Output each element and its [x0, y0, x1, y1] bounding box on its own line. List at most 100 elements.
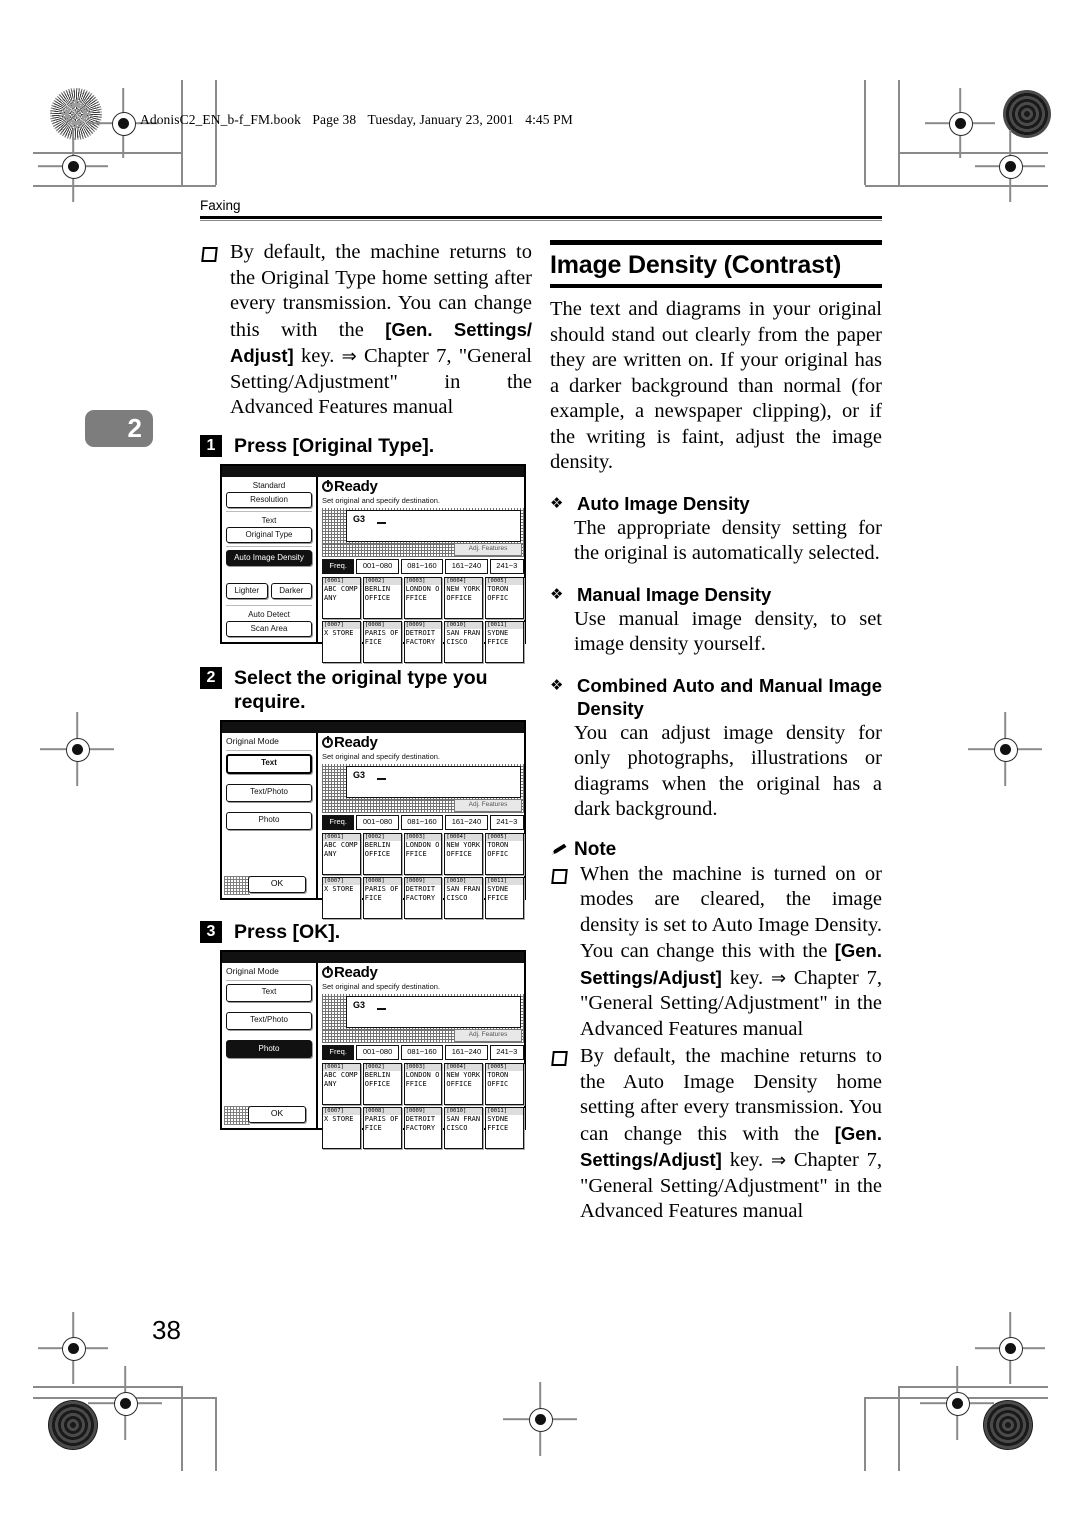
- destination-cell[interactable]: [0010] SAN FRAN CISCO: [444, 1106, 484, 1149]
- destination-cell[interactable]: [0008] PARIS OF FICE: [362, 1106, 402, 1149]
- lcd-destination-grid: [0001] ABC COMP ANY [0002] BERLIN OFFICE […: [322, 832, 524, 919]
- lcd-tab-001-080[interactable]: 001~080: [356, 558, 399, 574]
- destination-cell[interactable]: [0002] BERLIN OFFICE: [362, 1062, 402, 1105]
- table-row: [0007] X STORE [0008] PARIS OF FICE [0009]…: [322, 620, 524, 663]
- lcd-tab-081-160[interactable]: 081~160: [400, 1044, 444, 1060]
- destination-cell[interactable]: [0008] PARIS OF FICE: [362, 620, 402, 663]
- lcd-destination-tabs: Freq. 001~080 081~160 161~240 241~3: [322, 1044, 524, 1060]
- subsection-body: Use manual image density, to set image d…: [574, 607, 882, 656]
- crosshair-mark: [40, 712, 114, 786]
- file-header-date: Tuesday, January 23, 2001: [367, 112, 514, 127]
- lcd2-option-text-photo[interactable]: Text/Photo: [226, 783, 312, 802]
- lcd3-option-text[interactable]: Text: [226, 983, 312, 1002]
- destination-cell[interactable]: [0004] NEW YORK OFFICE: [444, 832, 484, 875]
- lcd1-original-type-button[interactable]: Original Type: [226, 526, 312, 543]
- destination-cell[interactable]: [0011] SYDNE FFICE: [485, 1106, 524, 1149]
- lcd-tab-freq[interactable]: Freq.: [322, 814, 355, 830]
- destination-cell[interactable]: [0010] SAN FRAN CISCO: [444, 876, 484, 919]
- lcd1-auto-image-density-button[interactable]: Auto Image Density: [226, 549, 312, 566]
- destination-cell[interactable]: [0001] ABC COMP ANY: [322, 1062, 361, 1105]
- diamond-bullet-icon: ❖: [550, 675, 564, 694]
- lcd-tab-081-160[interactable]: 081~160: [400, 558, 444, 574]
- lcd-tab-freq[interactable]: Freq.: [322, 1044, 355, 1060]
- lcd1-scan-area-button[interactable]: Scan Area: [226, 620, 312, 637]
- lcd-tab-001-080[interactable]: 001~080: [356, 814, 399, 830]
- lcd-destination-entry-field[interactable]: G3: [346, 765, 521, 798]
- destination-cell[interactable]: [0009] DETROIT FACTORY: [403, 876, 443, 919]
- lcd-title-bar: [222, 465, 524, 477]
- lcd-destination-grid: [0001] ABC COMP ANY [0002] BERLIN OFFICE […: [322, 1062, 524, 1149]
- lcd3-option-photo[interactable]: Photo: [226, 1039, 312, 1058]
- step-1: 1 Press [Original Type].: [200, 434, 532, 458]
- lcd-screenshot-2: Original Mode Text Text/Photo Photo OK R…: [220, 719, 526, 919]
- list-item: When the machine is turned on or modes a…: [550, 862, 882, 1043]
- crosshair-mark: [968, 712, 1042, 786]
- destination-cell[interactable]: [0010] SAN FRAN CISCO: [444, 620, 484, 663]
- divider: [226, 510, 312, 512]
- destination-cell[interactable]: [0007] X STORE: [322, 876, 361, 919]
- lcd1-resolution-value: Standard: [252, 480, 286, 490]
- step-3: 3 Press [OK].: [200, 920, 532, 944]
- crosshair-mark: [88, 1366, 162, 1440]
- lcd1-left-panel: Standard Resolution Text Original Type A…: [222, 476, 318, 642]
- lcd-tab-161-240[interactable]: 161~240: [445, 558, 488, 574]
- lcd3-option-text-photo[interactable]: Text/Photo: [226, 1011, 312, 1030]
- lcd-adj-features-button[interactable]: Adj. Features: [454, 798, 522, 812]
- lcd-line-label: G3: [353, 513, 366, 524]
- destination-cell[interactable]: [0007] X STORE: [322, 620, 361, 663]
- destination-cell[interactable]: [0008] PARIS OF FICE: [362, 876, 402, 919]
- destination-cell[interactable]: [0003] LONDON O FFICE: [403, 1062, 443, 1105]
- diamond-bullet-icon: ❖: [550, 584, 564, 603]
- lcd-tab-241-320[interactable]: 241~3: [489, 558, 524, 574]
- destination-cell[interactable]: [0005] TORON OFFIC: [485, 1062, 524, 1105]
- arrow-icon: ⇒: [770, 1150, 787, 1171]
- subsection-title: Auto Image Density: [577, 492, 750, 514]
- lcd-tab-081-160[interactable]: 081~160: [400, 814, 444, 830]
- page-title: Image Density (Contrast): [550, 250, 842, 279]
- lcd-adj-features-button[interactable]: Adj. Features: [454, 542, 522, 556]
- subsection-auto-image-density: ❖ Auto Image Density: [550, 492, 882, 515]
- crop-line: [181, 80, 183, 185]
- lcd2-option-photo[interactable]: Photo: [226, 811, 312, 830]
- destination-cell[interactable]: [0011] SYDNE FFICE: [485, 876, 524, 919]
- lcd1-darker-button[interactable]: Darker: [270, 582, 312, 599]
- lcd1-lighter-button[interactable]: Lighter: [226, 582, 268, 599]
- lcd3-left-panel: Original Mode Text Text/Photo Photo OK: [222, 962, 318, 1128]
- destination-cell[interactable]: [0009] DETROIT FACTORY: [403, 1106, 443, 1149]
- lcd-adj-features-button[interactable]: Adj. Features: [454, 1028, 522, 1042]
- square-bullet-icon: [551, 1051, 568, 1066]
- destination-cell[interactable]: [0004] NEW YORK OFFICE: [444, 576, 484, 619]
- lcd-tab-001-080[interactable]: 001~080: [356, 1044, 399, 1060]
- destination-cell[interactable]: [0004] NEW YORK OFFICE: [444, 1062, 484, 1105]
- destination-cell[interactable]: [0002] BERLIN OFFICE: [362, 832, 402, 875]
- file-header-page: Page 38: [312, 112, 357, 127]
- lcd-destination-entry-field[interactable]: G3: [346, 509, 521, 542]
- lcd-tab-161-240[interactable]: 161~240: [445, 1044, 488, 1060]
- lcd-tab-161-240[interactable]: 161~240: [445, 814, 488, 830]
- destination-cell[interactable]: [0001] ABC COMP ANY: [322, 832, 361, 875]
- crosshair-mark: [38, 130, 108, 202]
- destination-cell[interactable]: [0005] TORON OFFIC: [485, 576, 524, 619]
- lcd2-option-text[interactable]: Text: [226, 753, 312, 774]
- lcd3-right-panel: Ready Set original and specify destinati…: [318, 963, 524, 1149]
- step-label: Select the original type you require.: [234, 666, 488, 713]
- crop-line: [181, 1386, 183, 1471]
- lcd-tab-241-320[interactable]: 241~3: [489, 1044, 524, 1060]
- lcd1-resolution-button[interactable]: Resolution: [226, 491, 312, 508]
- destination-cell[interactable]: [0001] ABC COMP ANY: [322, 576, 361, 619]
- destination-cell[interactable]: [0009] DETROIT FACTORY: [403, 620, 443, 663]
- destination-cell[interactable]: [0003] LONDON O FFICE: [403, 576, 443, 619]
- lcd3-ok-button[interactable]: OK: [248, 1105, 306, 1123]
- destination-cell[interactable]: [0007] X STORE: [322, 1106, 361, 1149]
- destination-cell[interactable]: [0002] BERLIN OFFICE: [362, 576, 402, 619]
- page-number: 38: [152, 1315, 181, 1345]
- lcd-destination-entry-field[interactable]: G3: [346, 995, 521, 1028]
- table-row: [0001] ABC COMP ANY [0002] BERLIN OFFICE […: [322, 576, 524, 619]
- lcd-tab-freq[interactable]: Freq.: [322, 558, 355, 574]
- lcd2-ok-button[interactable]: OK: [248, 875, 306, 893]
- destination-cell[interactable]: [0005] TORON OFFIC: [485, 832, 524, 875]
- destination-cell[interactable]: [0011] SYDNE FFICE: [485, 620, 524, 663]
- destination-cell[interactable]: [0003] LONDON O FFICE: [403, 832, 443, 875]
- divider: [226, 604, 312, 606]
- lcd-tab-241-320[interactable]: 241~3: [489, 814, 524, 830]
